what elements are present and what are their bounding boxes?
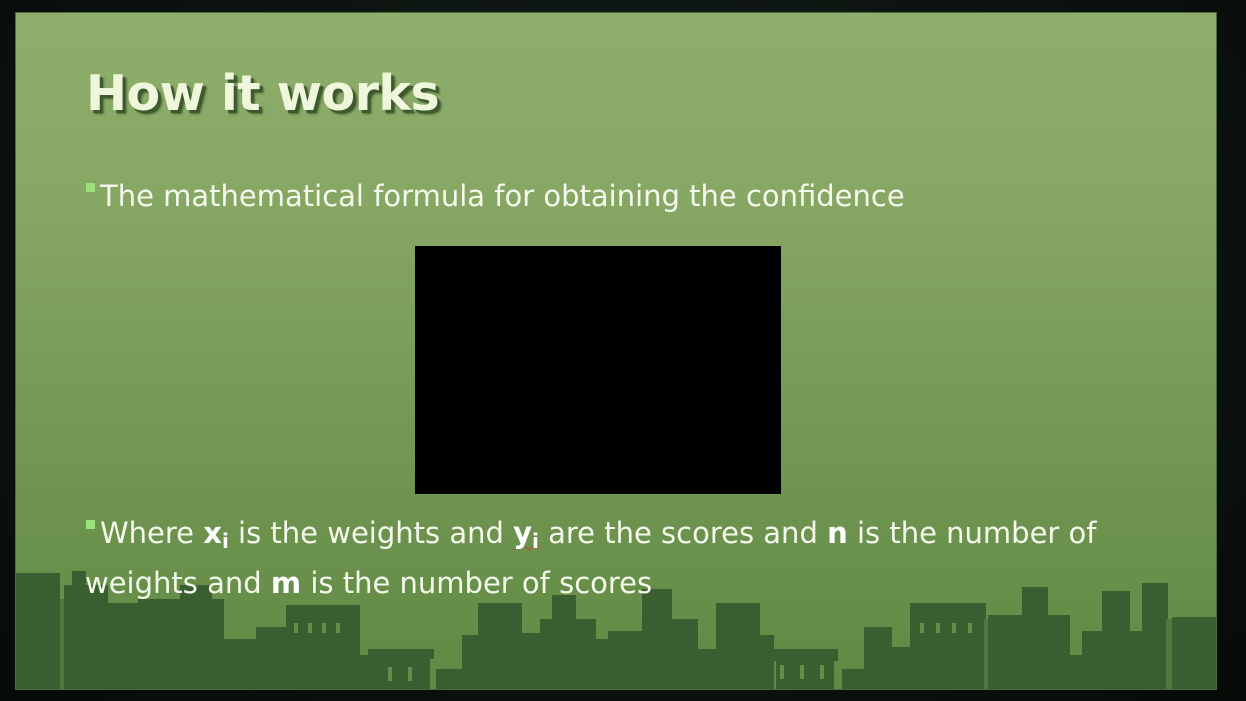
bullet-text-part: is the number of scores bbox=[301, 566, 653, 600]
bullet-text-part: are the scores and bbox=[538, 516, 828, 550]
slide: How it works The mathematical formula fo… bbox=[16, 13, 1216, 689]
bullet-text-part: Where bbox=[100, 516, 204, 550]
bullet-text-part: is the weights and bbox=[228, 516, 514, 550]
variable-x: xi bbox=[203, 516, 229, 553]
slide-title: How it works bbox=[86, 65, 440, 122]
bullet-marker bbox=[86, 520, 95, 529]
bullet-variable-definitions: Where xi is the weights and yi are the s… bbox=[85, 512, 1186, 604]
bullet-text-part: is the number of bbox=[847, 516, 1097, 550]
formula-image bbox=[415, 246, 781, 494]
variable-y: yi bbox=[513, 516, 539, 553]
bullet-text-part: weights and bbox=[85, 566, 271, 600]
bullet-formula-intro: The mathematical formula for obtaining t… bbox=[86, 175, 905, 217]
variable-m: m bbox=[270, 566, 302, 600]
bullet-marker bbox=[86, 183, 95, 192]
bullet-text: The mathematical formula for obtaining t… bbox=[100, 179, 905, 213]
variable-n: n bbox=[827, 516, 848, 550]
